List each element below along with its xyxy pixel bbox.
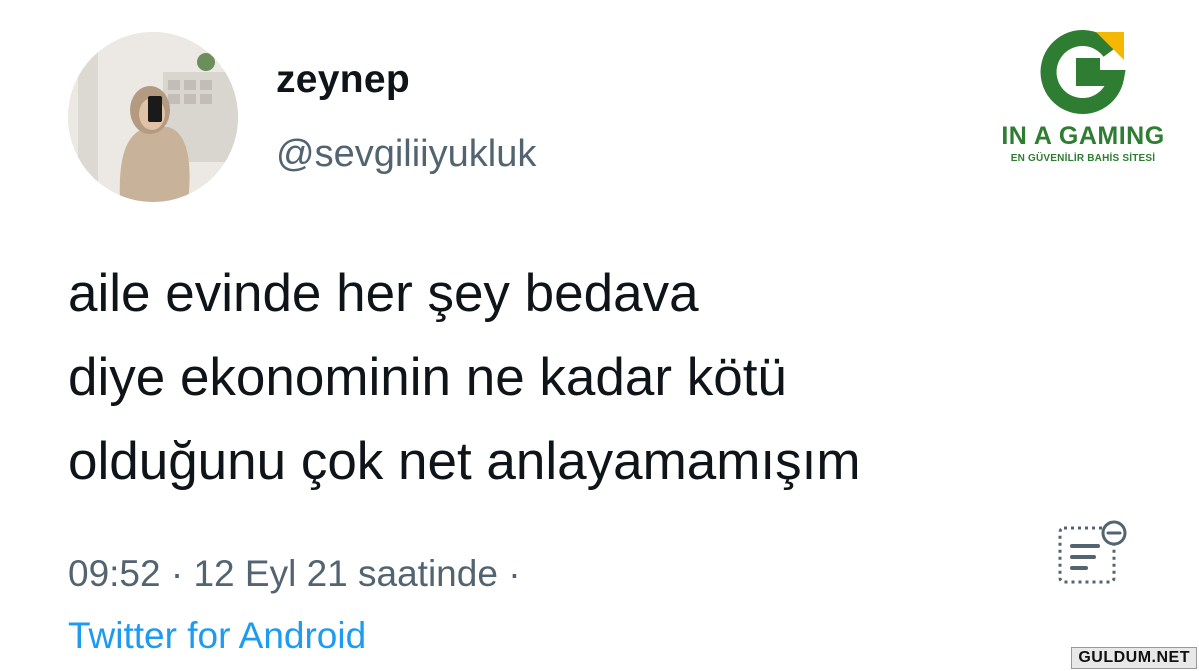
tweet-source-link[interactable]: Twitter for Android: [68, 615, 366, 657]
site-watermark: GULDUM.NET: [1071, 647, 1197, 669]
tweet-timestamp[interactable]: 09:52 · 12 Eyl 21 saatinde ·: [68, 553, 521, 595]
user-handle[interactable]: @sevgiliiyukluk: [276, 133, 536, 176]
brand-name: IN A GAMING: [1001, 122, 1165, 150]
brand-tagline: EN GÜVENİLİR BAHİS SİTESİ: [1010, 153, 1156, 164]
brand-logo: [1040, 30, 1126, 121]
tweet-line: olduğunu çok net anlayamamışım: [68, 432, 861, 491]
tweet-line: diye ekonominin ne kadar kötü: [68, 348, 787, 407]
brand-logo-block: IN A GAMING EN GÜVENİLİR BAHİS SİTESİ: [988, 30, 1178, 180]
avatar[interactable]: [68, 32, 238, 202]
analytics-icon[interactable]: [1056, 516, 1128, 588]
tweet-text: aile evinde her şey bedava diye ekonomin…: [68, 252, 1128, 504]
tweet-line: aile evinde her şey bedava: [68, 264, 699, 323]
display-name[interactable]: zeynep: [276, 58, 410, 102]
